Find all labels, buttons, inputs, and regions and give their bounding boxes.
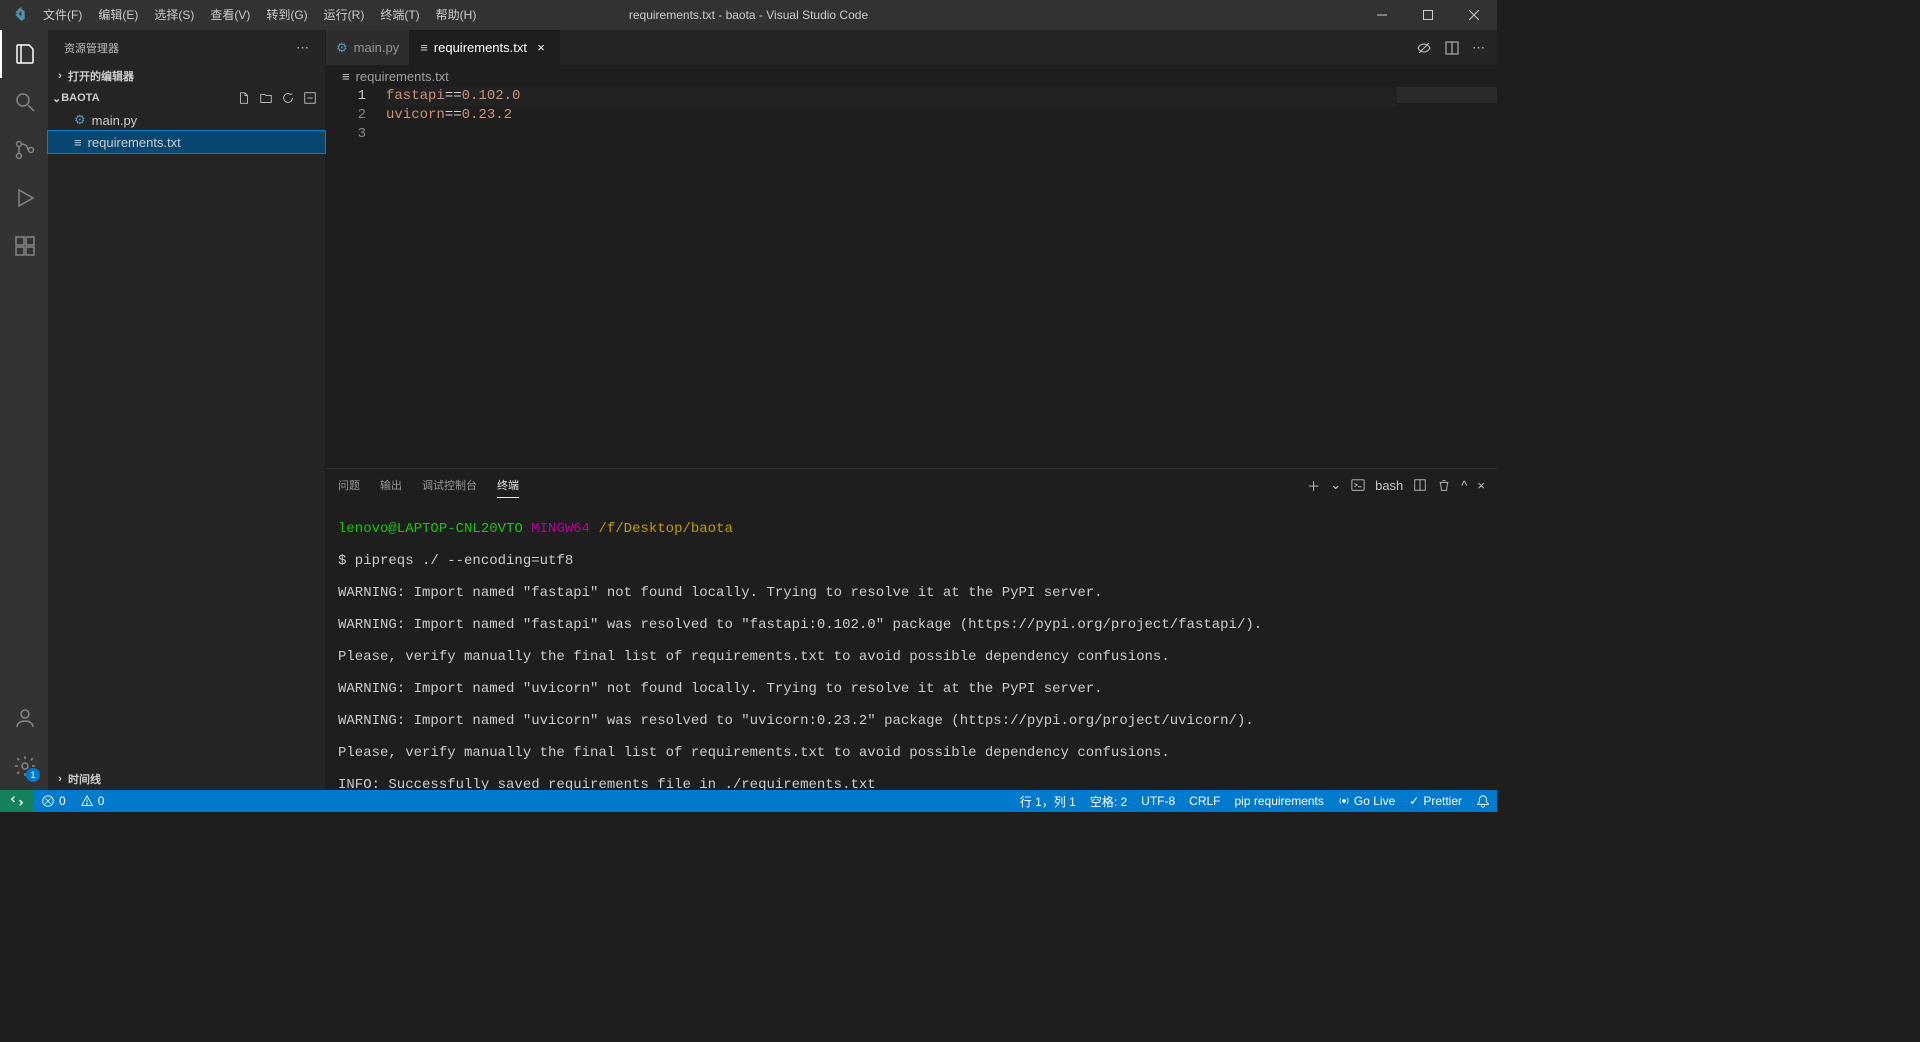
file-item-requirements-txt[interactable]: ≡ requirements.txt xyxy=(48,131,325,153)
more-actions-icon[interactable]: ⋯ xyxy=(1472,40,1485,56)
terminal-dropdown-icon[interactable]: ⌄ xyxy=(1330,477,1341,493)
terminal-name[interactable]: bash xyxy=(1375,478,1403,493)
refresh-icon[interactable] xyxy=(281,91,299,105)
panel-tab-debug[interactable]: 调试控制台 xyxy=(422,473,477,497)
new-file-icon[interactable] xyxy=(237,91,255,105)
timeline-label: 时间线 xyxy=(68,771,101,787)
new-terminal-icon[interactable]: ＋ xyxy=(1307,476,1320,495)
activity-settings[interactable]: 1 xyxy=(0,742,48,790)
split-editor-icon[interactable] xyxy=(1444,40,1460,56)
chevron-down-icon: ⌄ xyxy=(52,92,61,105)
tabs-bar: ⚙ main.py ≡ requirements.txt × ⋯ xyxy=(326,30,1497,65)
panel-tab-terminal[interactable]: 终端 xyxy=(497,473,519,498)
menu-bar: 文件(F) 编辑(E) 选择(S) 查看(V) 转到(G) 运行(R) 终端(T… xyxy=(35,0,484,30)
panel-tab-output[interactable]: 输出 xyxy=(380,473,402,497)
tab-label: requirements.txt xyxy=(434,40,527,55)
activity-source-control[interactable] xyxy=(0,126,48,174)
sidebar: 资源管理器 ⋯ › 打开的编辑器 ⌄ BAOTA ⚙ main.py ≡ r xyxy=(48,30,326,790)
file-name: requirements.txt xyxy=(88,135,181,150)
activity-run-debug[interactable] xyxy=(0,174,48,222)
close-button[interactable] xyxy=(1451,0,1497,30)
menu-select[interactable]: 选择(S) xyxy=(146,0,202,30)
python-file-icon: ⚙ xyxy=(336,40,348,56)
menu-edit[interactable]: 编辑(E) xyxy=(90,0,146,30)
status-notifications[interactable] xyxy=(1469,790,1497,812)
menu-terminal[interactable]: 终端(T) xyxy=(372,0,427,30)
code-content[interactable]: fastapi==0.102.0 uvicorn==0.23.2 xyxy=(386,87,1397,468)
close-tab-icon[interactable]: × xyxy=(533,40,549,55)
status-warnings[interactable]: 0 xyxy=(73,790,112,812)
folder-name: BAOTA xyxy=(61,92,99,104)
chevron-right-icon: › xyxy=(52,70,68,82)
vscode-logo-icon xyxy=(0,7,35,23)
breadcrumb[interactable]: ≡ requirements.txt xyxy=(326,65,1497,87)
panel: 问题 输出 调试控制台 终端 ＋ ⌄ bash ^ × lenovo@LAPTO… xyxy=(326,468,1497,790)
python-file-icon: ⚙ xyxy=(74,112,86,128)
toggle-render-icon[interactable] xyxy=(1416,40,1432,56)
new-folder-icon[interactable] xyxy=(259,91,277,105)
status-language[interactable]: pip requirements xyxy=(1228,790,1331,812)
status-indent[interactable]: 空格: 2 xyxy=(1083,790,1134,812)
sidebar-more-icon[interactable]: ⋯ xyxy=(296,40,309,56)
code-editor[interactable]: 1 2 3 fastapi==0.102.0 uvicorn==0.23.2 xyxy=(326,87,1497,468)
file-item-main-py[interactable]: ⚙ main.py xyxy=(48,109,325,131)
activity-extensions[interactable] xyxy=(0,222,48,270)
activity-account[interactable] xyxy=(0,694,48,742)
open-editors-label: 打开的编辑器 xyxy=(68,68,134,84)
titlebar: 文件(F) 编辑(E) 选择(S) 查看(V) 转到(G) 运行(R) 终端(T… xyxy=(0,0,1497,30)
statusbar: 0 0 行 1，列 1 空格: 2 UTF-8 CRLF pip require… xyxy=(0,790,1497,812)
editor-area: ⚙ main.py ≡ requirements.txt × ⋯ ≡ requi… xyxy=(326,30,1497,790)
close-panel-icon[interactable]: × xyxy=(1477,478,1485,493)
window-title: requirements.txt - baota - Visual Studio… xyxy=(629,8,868,22)
text-file-icon: ≡ xyxy=(342,69,350,84)
minimap-viewport[interactable] xyxy=(1397,87,1497,103)
sidebar-title: 资源管理器 xyxy=(64,40,119,56)
menu-run[interactable]: 运行(R) xyxy=(316,0,373,30)
file-name: main.py xyxy=(92,113,138,128)
kill-terminal-icon[interactable] xyxy=(1437,478,1451,492)
status-golive[interactable]: Go Live xyxy=(1331,790,1402,812)
terminal[interactable]: lenovo@LAPTOP-CNL20VTO MINGW64 /f/Deskto… xyxy=(326,501,1497,790)
breadcrumb-item[interactable]: requirements.txt xyxy=(356,69,449,84)
panel-tabs: 问题 输出 调试控制台 终端 ＋ ⌄ bash ^ × xyxy=(326,469,1497,501)
minimize-button[interactable] xyxy=(1359,0,1405,30)
tab-main-py[interactable]: ⚙ main.py xyxy=(326,30,410,65)
text-file-icon: ≡ xyxy=(74,135,82,150)
collapse-icon[interactable] xyxy=(303,91,321,105)
menu-file[interactable]: 文件(F) xyxy=(35,0,90,30)
status-prettier[interactable]: ✓Prettier xyxy=(1402,790,1469,812)
tab-requirements-txt[interactable]: ≡ requirements.txt × xyxy=(410,30,560,65)
panel-tab-problems[interactable]: 问题 xyxy=(338,473,360,497)
line-gutter: 1 2 3 xyxy=(326,87,386,468)
menu-help[interactable]: 帮助(H) xyxy=(428,0,485,30)
remote-indicator[interactable] xyxy=(0,790,34,812)
status-line-col[interactable]: 行 1，列 1 xyxy=(1013,790,1083,812)
tab-label: main.py xyxy=(354,40,400,55)
maximize-panel-icon[interactable]: ^ xyxy=(1461,478,1467,493)
status-encoding[interactable]: UTF-8 xyxy=(1134,790,1182,812)
activity-search[interactable] xyxy=(0,78,48,126)
folder-section[interactable]: ⌄ BAOTA xyxy=(48,87,325,109)
activity-explorer[interactable] xyxy=(0,30,48,78)
terminal-shell-icon xyxy=(1351,478,1365,492)
text-file-icon: ≡ xyxy=(420,40,428,55)
open-editors-section[interactable]: › 打开的编辑器 xyxy=(48,65,325,87)
chevron-right-icon: › xyxy=(52,773,68,785)
activity-bar: 1 xyxy=(0,30,48,790)
settings-badge: 1 xyxy=(26,768,40,782)
menu-view[interactable]: 查看(V) xyxy=(202,0,258,30)
minimap[interactable] xyxy=(1397,87,1497,468)
split-terminal-icon[interactable] xyxy=(1413,478,1427,492)
timeline-section[interactable]: › 时间线 xyxy=(48,768,325,790)
status-eol[interactable]: CRLF xyxy=(1182,790,1227,812)
maximize-button[interactable] xyxy=(1405,0,1451,30)
menu-go[interactable]: 转到(G) xyxy=(258,0,315,30)
status-errors[interactable]: 0 xyxy=(34,790,73,812)
